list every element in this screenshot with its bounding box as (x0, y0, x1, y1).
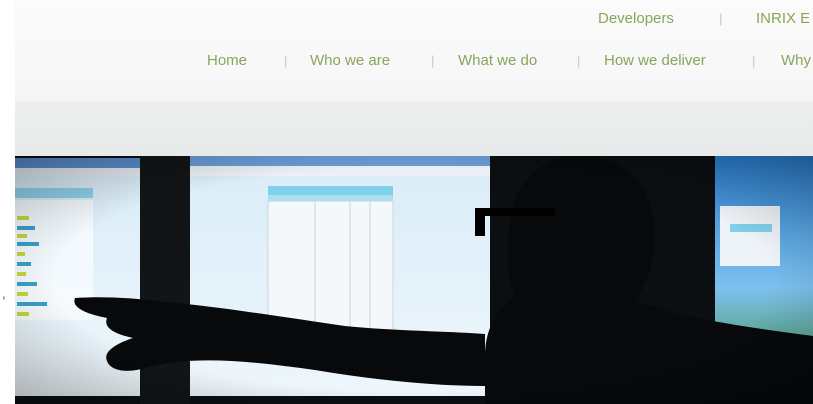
nav-separator: | (719, 11, 723, 26)
nav-separator: | (752, 53, 756, 68)
nav-separator: | (431, 53, 435, 68)
site-header: Developers | INRIX E Home | Who we are |… (15, 0, 813, 101)
nav-who-we-are[interactable]: Who we are (310, 52, 390, 69)
inrix-link[interactable]: INRIX E (756, 10, 810, 27)
nav-separator: | (284, 53, 288, 68)
header-subbar (15, 101, 813, 156)
hero-vignette (15, 156, 813, 404)
nav-separator: | (577, 53, 581, 68)
nav-what-we-do[interactable]: What we do (458, 52, 537, 69)
page-left-margin (0, 0, 15, 404)
nav-how-we-deliver[interactable]: How we deliver (604, 52, 706, 69)
hero-illustration (15, 156, 813, 404)
developers-link[interactable]: Developers (598, 10, 674, 27)
hero-image (15, 156, 813, 404)
nav-home[interactable]: Home (207, 52, 247, 69)
nav-why[interactable]: Why (781, 52, 811, 69)
stray-punctuation: , (2, 286, 6, 301)
